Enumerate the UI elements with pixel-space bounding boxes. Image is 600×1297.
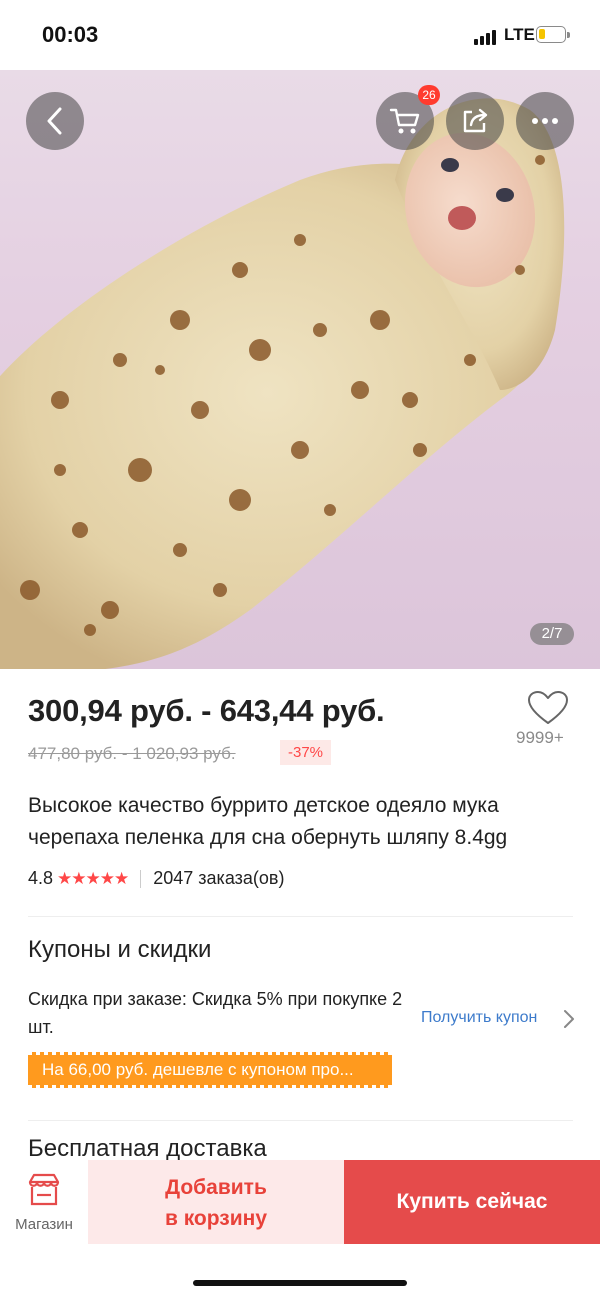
shop-button[interactable]: Магазин (0, 1160, 88, 1244)
home-indicator[interactable] (193, 1280, 407, 1286)
image-counter: 2/7 (530, 623, 574, 645)
more-icon (532, 118, 558, 124)
product-photo-illustration (0, 98, 565, 669)
shipping-heading: Бесплатная доставка (28, 1135, 267, 1162)
cart-icon (389, 108, 420, 134)
share-icon (463, 108, 488, 133)
rating-row: 4.8 ★★★★★ 2047 заказа(ов) (28, 868, 284, 889)
more-button[interactable] (516, 92, 574, 150)
heart-icon[interactable] (526, 690, 570, 726)
rating-value: 4.8 (28, 868, 54, 888)
buy-now-button[interactable]: Купить сейчас (344, 1160, 600, 1244)
divider (28, 916, 573, 917)
add-to-cart-label-line2: в корзину (164, 1207, 268, 1230)
coupon-description: Скидка при заказе: Скидка 5% при покупке… (28, 989, 403, 1037)
divider (28, 1120, 573, 1121)
back-icon (47, 107, 62, 135)
cart-badge: 26 (418, 85, 440, 105)
store-icon (28, 1173, 60, 1206)
chevron-right-icon[interactable] (562, 1008, 576, 1030)
old-price-range: 477,80 руб. - 1 020,93 руб. (28, 744, 236, 763)
status-time: 00:03 (42, 22, 99, 47)
battery-icon (536, 26, 570, 43)
separator (140, 869, 142, 888)
product-title: Высокое качество буррито детское одеяло … (28, 794, 508, 849)
shop-label: Магазин (15, 1216, 73, 1233)
add-to-cart-button[interactable]: Добавить в корзину (88, 1160, 344, 1244)
wishlist-count: 9999+ (516, 728, 564, 747)
signal-icon (474, 29, 500, 45)
network-type: LTE (504, 25, 535, 44)
bottom-action-bar: Магазин Добавить в корзину Купить сейчас (0, 1160, 600, 1297)
star-rating-icon: ★★★★★ (57, 868, 129, 888)
share-button[interactable] (446, 92, 504, 150)
price-range: 300,94 руб. - 643,44 руб. (28, 693, 385, 728)
coupons-heading: Купоны и скидки (28, 936, 212, 963)
back-button[interactable] (26, 92, 84, 150)
discount-badge: -37% (280, 740, 332, 765)
coupon-banner[interactable]: На 66,00 руб. дешевле с купоном про... (28, 1052, 392, 1088)
status-bar: 00:03 LTE (0, 0, 600, 70)
orders-count: 2047 заказа(ов) (153, 868, 285, 888)
get-coupon-link[interactable]: Получить купон (421, 1009, 537, 1027)
product-image[interactable]: 26 2/7 (0, 70, 600, 669)
add-to-cart-label-line1: Добавить (165, 1176, 267, 1199)
